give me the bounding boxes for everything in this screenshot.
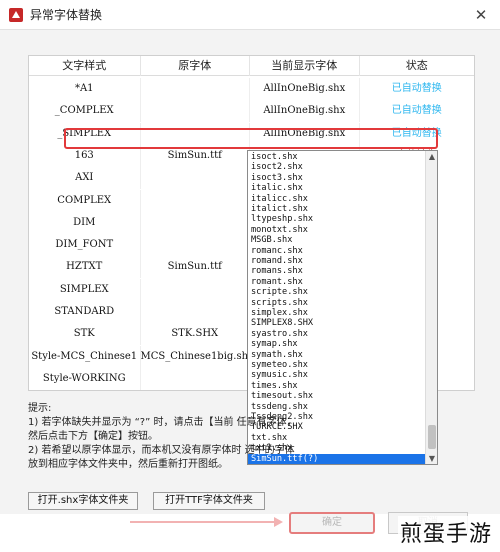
column-header-status[interactable]: 状态 bbox=[360, 56, 474, 76]
cell-style: STK bbox=[29, 323, 141, 346]
cell-style: COMPLEX bbox=[29, 189, 141, 212]
cell-status: 已自动替换 bbox=[391, 83, 442, 94]
missing-font-row-highlight bbox=[64, 128, 438, 149]
font-option[interactable]: italicc.shx bbox=[251, 194, 308, 204]
open-shx-folder-button[interactable]: 打开.shx字体文件夹 bbox=[28, 492, 138, 510]
font-option[interactable]: times.shx bbox=[251, 381, 298, 391]
hint-line-4: 放到相应字体文件夹中，然后重新打开图纸。 bbox=[28, 459, 228, 470]
cell-current-font[interactable]: AllInOneBig.shx bbox=[250, 100, 360, 123]
font-option[interactable]: scripts.shx bbox=[251, 298, 308, 308]
cell-original-font bbox=[141, 301, 251, 323]
pointer-arrow-head-icon bbox=[274, 517, 283, 527]
font-option[interactable]: italict.shx bbox=[251, 204, 308, 214]
column-header-current-font[interactable]: 当前显示字体 bbox=[250, 56, 360, 76]
font-option[interactable]: SIMPLEX8.SHX bbox=[251, 318, 313, 328]
font-option[interactable]: isoct3.shx bbox=[251, 173, 303, 183]
font-option[interactable]: monotxt.shx bbox=[251, 225, 308, 235]
font-option[interactable]: symeteo.shx bbox=[251, 360, 308, 370]
watermark-logo: 煎蛋手游 bbox=[397, 516, 494, 548]
cell-style: STANDARD bbox=[29, 301, 141, 323]
font-option[interactable]: ltypeshp.shx bbox=[251, 214, 313, 224]
close-icon[interactable]: ✕ bbox=[472, 6, 490, 24]
dialog-title: 异常字体替换 bbox=[30, 8, 103, 22]
cell-original-font bbox=[141, 100, 251, 123]
font-option[interactable]: italic.shx bbox=[251, 183, 303, 193]
cell-original-font bbox=[141, 367, 251, 390]
hint-line-3: 2) 若希望以原字体显示，而本机又没有原字体时 选中的字体 bbox=[28, 445, 295, 456]
cell-original-font bbox=[141, 234, 251, 257]
column-header-original-font[interactable]: 原字体 bbox=[141, 56, 251, 76]
scroll-up-icon[interactable]: ▲ bbox=[428, 152, 436, 161]
font-option[interactable]: syastro.shx bbox=[251, 329, 308, 339]
hint-title: 提示: bbox=[28, 403, 52, 414]
cell-original-font: MCS_Chinese1big.shx bbox=[141, 345, 251, 368]
font-option[interactable]: romand.shx bbox=[251, 256, 303, 266]
cell-original-font bbox=[141, 189, 251, 212]
hints-panel: 提示: 1) 若字体缺失并显示为 “?” 时，请点击【当前 任意有字体， 然后点… bbox=[28, 402, 476, 472]
column-header-style[interactable]: 文字样式 bbox=[29, 56, 141, 76]
font-option[interactable]: symath.shx bbox=[251, 350, 303, 360]
cell-status: 已自动替换 bbox=[391, 105, 442, 117]
font-option[interactable]: symap.shx bbox=[251, 339, 298, 349]
cell-style: _COMPLEX bbox=[29, 100, 141, 123]
cell-original-font: STK.SHX bbox=[141, 323, 251, 346]
open-ttf-folder-button[interactable]: 打开TTF字体文件夹 bbox=[153, 492, 265, 510]
cell-original-font bbox=[141, 278, 251, 301]
font-option[interactable]: simplex.shx bbox=[251, 308, 308, 318]
app-icon bbox=[9, 7, 23, 22]
font-option[interactable]: romans.shx bbox=[251, 266, 303, 276]
font-option[interactable]: MSGB.shx bbox=[251, 235, 292, 245]
font-option[interactable]: symusic.shx bbox=[251, 370, 308, 380]
font-option[interactable]: isoct.shx bbox=[251, 152, 298, 162]
table-row[interactable]: *A1 AllInOneBig.shx 已自动替换 bbox=[29, 78, 474, 100]
cell-style: Style-MCS_Chinese1 bbox=[29, 345, 141, 368]
cell-style: AXI bbox=[29, 167, 141, 190]
cell-style: HZTXT bbox=[29, 256, 141, 279]
pointer-arrow-line bbox=[130, 521, 280, 523]
font-option[interactable]: isoct2.shx bbox=[251, 162, 303, 172]
cell-current-font[interactable]: AllInOneBig.shx bbox=[250, 78, 360, 100]
cell-original-font bbox=[141, 211, 251, 234]
cell-style: *A1 bbox=[29, 78, 141, 100]
cell-original-font bbox=[141, 390, 251, 391]
font-option[interactable]: scripte.shx bbox=[251, 287, 308, 297]
ok-button[interactable]: 确定 bbox=[289, 512, 375, 534]
hint-line-2: 然后点击下方【确定】按钮。 bbox=[28, 431, 158, 442]
table-header: 文字样式 原字体 当前显示字体 状态 bbox=[29, 56, 474, 76]
cell-style: Style-WORKING bbox=[29, 367, 141, 390]
font-option[interactable]: romant.shx bbox=[251, 277, 303, 287]
cell-style: SIMPLEX bbox=[29, 278, 141, 301]
hint-line-1: 1) 若字体缺失并显示为 “?” 时，请点击【当前 任意有字体， bbox=[28, 417, 297, 428]
table-row[interactable]: _COMPLEX AllInOneBig.shx 已自动替换 bbox=[29, 100, 474, 123]
font-option[interactable]: timesout.shx bbox=[251, 391, 313, 401]
cell-original-font bbox=[141, 78, 251, 100]
font-replace-dialog: 异常字体替换 ✕ 文字样式 原字体 当前显示字体 状态 *A1 AllInOneB… bbox=[0, 0, 500, 552]
cell-original-font: SimSun.ttf bbox=[141, 256, 251, 279]
cell-style: DIM_FONT bbox=[29, 234, 141, 257]
font-option[interactable]: romanc.shx bbox=[251, 246, 303, 256]
cell-style: SZ1 bbox=[29, 390, 141, 391]
cell-style: DIM bbox=[29, 211, 141, 234]
title-bar: 异常字体替换 ✕ bbox=[0, 0, 500, 30]
cell-original-font bbox=[141, 167, 251, 190]
